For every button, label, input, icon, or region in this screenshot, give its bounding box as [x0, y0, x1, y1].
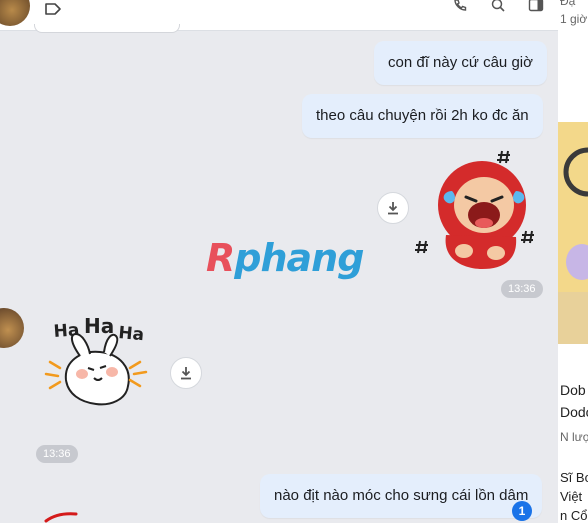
download-icon	[181, 367, 191, 380]
rp-line: Sĩ Bo	[560, 470, 588, 485]
phone-icon[interactable]	[452, 0, 468, 13]
message-bubble[interactable]: con đĩ này cứ câu giờ	[374, 41, 547, 85]
download-icon	[388, 202, 398, 215]
sticker-haha-bunny[interactable]: Ha Ha Ha	[40, 312, 160, 412]
rp-top-time: 1 giờ	[560, 12, 588, 26]
rp-line: N lượ	[560, 430, 588, 444]
message-text: nào địt nào móc cho sưng cái lồn dâm	[274, 487, 529, 504]
rp-line: n Cổ	[560, 508, 588, 523]
red-scribble	[44, 512, 78, 523]
tag-icon[interactable]	[44, 2, 62, 16]
thumbnail-image	[558, 122, 588, 344]
message-timestamp: 13:36	[501, 280, 543, 298]
message-text: theo câu chuyện rồi 2h ko đc ăn	[316, 107, 529, 124]
rp-line: Việt	[560, 489, 583, 504]
message-timestamp: 13:36	[36, 445, 78, 463]
right-side-panel: Đạ 1 giờ Dob Dodo N lượ Sĩ Bo Việt n Cổ	[558, 0, 588, 523]
download-button[interactable]	[377, 192, 409, 224]
pinned-message-card[interactable]	[34, 24, 180, 33]
unread-badge[interactable]: 1	[512, 501, 532, 521]
message-bubble[interactable]: theo câu chuyện rồi 2h ko đc ăn	[302, 94, 543, 138]
message-bubble[interactable]: nào địt nào móc cho sưng cái lồn dâm	[260, 474, 543, 518]
search-icon[interactable]	[490, 0, 506, 13]
video-thumbnail[interactable]	[558, 122, 588, 344]
message-text: con đĩ này cứ câu giờ	[388, 54, 533, 71]
sticker-crying-girl[interactable]	[412, 143, 544, 273]
rp-line: Dob	[560, 382, 586, 398]
sidebar-icon[interactable]	[528, 0, 544, 13]
sticker-ha-2: Ha	[84, 314, 114, 338]
sender-avatar[interactable]	[0, 308, 24, 348]
contact-avatar[interactable]	[0, 0, 30, 26]
chat-window: con đĩ này cứ câu giờ theo câu chuyện rồ…	[0, 0, 588, 523]
rp-top-label: Đạ	[560, 0, 576, 8]
watermark-logo: Rphang	[206, 236, 364, 280]
sticker-ha-3: Ha	[118, 323, 145, 345]
download-button[interactable]	[170, 357, 202, 389]
rp-line: Dodo	[560, 404, 588, 420]
